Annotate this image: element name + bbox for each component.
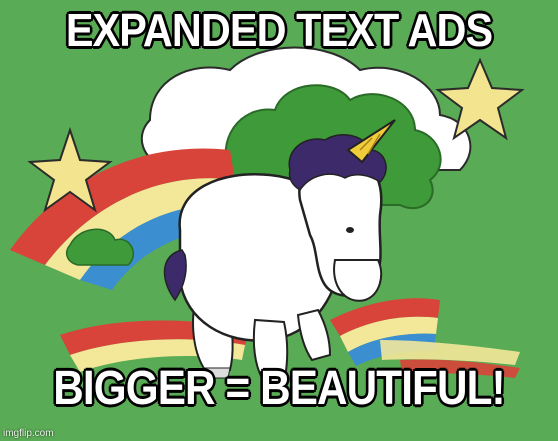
watermark-text: imgflip.com (3, 428, 54, 439)
meme-image: EXPANDED TEXT ADS BIGGER = BEAUTIFUL! im… (0, 0, 558, 441)
top-caption: EXPANDED TEXT ADS (65, 4, 493, 56)
bottom-caption: BIGGER = BEAUTIFUL! (53, 362, 505, 415)
